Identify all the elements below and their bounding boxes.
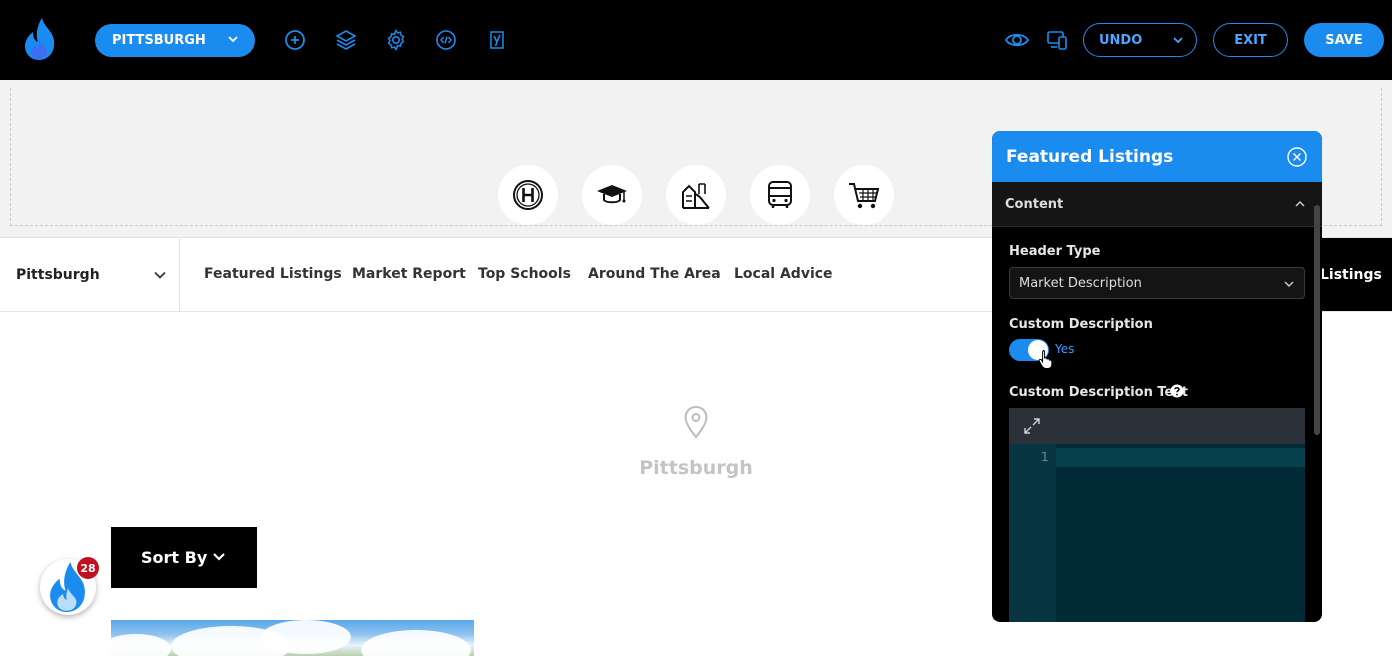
gear-icon[interactable]	[384, 28, 408, 52]
active-line	[1056, 448, 1305, 467]
chevron-down-icon	[213, 553, 225, 561]
nav-link-featured-listings[interactable]: Featured Listings	[204, 266, 342, 282]
header-type-select[interactable]: Market Description	[1009, 267, 1305, 299]
line-number: 1	[1041, 450, 1049, 464]
section-label: Content	[1005, 196, 1064, 212]
featured-listings-panel: Featured Listings Content Header Type Ma…	[992, 131, 1322, 622]
undo-button[interactable]: UNDO	[1083, 23, 1197, 57]
sort-by-label: Sort By	[141, 548, 208, 567]
amenity-shopping[interactable]	[834, 165, 894, 225]
sort-by-button[interactable]: Sort By	[111, 527, 257, 588]
eye-icon[interactable]	[1004, 27, 1030, 53]
save-button-label: SAVE	[1325, 32, 1363, 48]
amenity-hospital[interactable]	[498, 165, 558, 225]
amenity-bus[interactable]	[750, 165, 810, 225]
listing-photo[interactable]	[111, 620, 474, 656]
nav-listings-tab[interactable]: Listings	[1320, 238, 1392, 311]
layers-icon[interactable]	[334, 28, 358, 52]
hand-cursor-icon	[1038, 350, 1053, 369]
header-type-label: Header Type	[1009, 244, 1101, 259]
nav-link-around-the-area[interactable]: Around The Area	[588, 266, 721, 282]
amenity-playground[interactable]	[666, 165, 726, 225]
editor-gutter: 1	[1009, 444, 1056, 622]
custom-description-text-label: Custom Description Text	[1009, 385, 1188, 400]
nav-link-top-schools[interactable]: Top Schools	[478, 266, 571, 282]
close-icon[interactable]	[1287, 147, 1307, 167]
chevron-up-icon	[1295, 200, 1305, 207]
bus-icon	[768, 181, 792, 208]
exit-button-label: EXIT	[1234, 32, 1267, 48]
code-editor[interactable]: 1	[1009, 444, 1305, 622]
save-button[interactable]: SAVE	[1304, 23, 1384, 57]
amenity-school[interactable]	[582, 165, 642, 225]
city-heading: Pittsburgh	[639, 457, 753, 479]
shopping-cart-icon	[849, 183, 880, 209]
custom-description-label: Custom Description	[1009, 317, 1153, 332]
notification-count-badge: 28	[77, 557, 99, 579]
chevron-down-icon	[228, 36, 238, 43]
chevron-down-icon	[1173, 37, 1183, 44]
chevron-down-icon	[1284, 281, 1294, 287]
panel-title: Featured Listings	[1006, 146, 1174, 167]
yoast-icon[interactable]	[485, 28, 509, 52]
help-icon[interactable]	[1170, 384, 1184, 398]
add-icon[interactable]	[283, 28, 307, 52]
top-toolbar: PITTSBURGH UNDO EXIT SAVE	[0, 0, 1392, 80]
panel-header: Featured Listings	[992, 131, 1322, 182]
flame-logo-icon[interactable]	[24, 18, 56, 60]
location-dropdown[interactable]: PITTSBURGH	[95, 24, 255, 57]
editor-toolbar	[1009, 408, 1305, 444]
hospital-icon	[513, 180, 543, 210]
location-dropdown-label: PITTSBURGH	[112, 33, 206, 48]
city-select[interactable]: Pittsburgh	[0, 238, 180, 312]
nav-link-local-advice[interactable]: Local Advice	[734, 266, 833, 282]
map-pin-icon	[684, 405, 708, 439]
school-icon	[597, 185, 627, 204]
nav-listings-tab-label: Listings	[1320, 266, 1382, 283]
undo-button-label: UNDO	[1099, 32, 1143, 48]
responsive-icon[interactable]	[1045, 28, 1069, 52]
exit-button[interactable]: EXIT	[1213, 23, 1288, 57]
header-type-value: Market Description	[1019, 275, 1142, 291]
toggle-state-label: Yes	[1055, 342, 1075, 356]
code-icon[interactable]	[434, 28, 458, 52]
playground-icon	[682, 183, 710, 209]
city-select-label: Pittsburgh	[16, 267, 100, 283]
nav-link-market-report[interactable]: Market Report	[352, 266, 466, 282]
content-section-toggle[interactable]: Content	[992, 182, 1322, 227]
expand-icon[interactable]	[1023, 417, 1041, 435]
chevron-down-icon	[154, 271, 166, 279]
panel-scrollbar[interactable]	[1314, 205, 1320, 435]
